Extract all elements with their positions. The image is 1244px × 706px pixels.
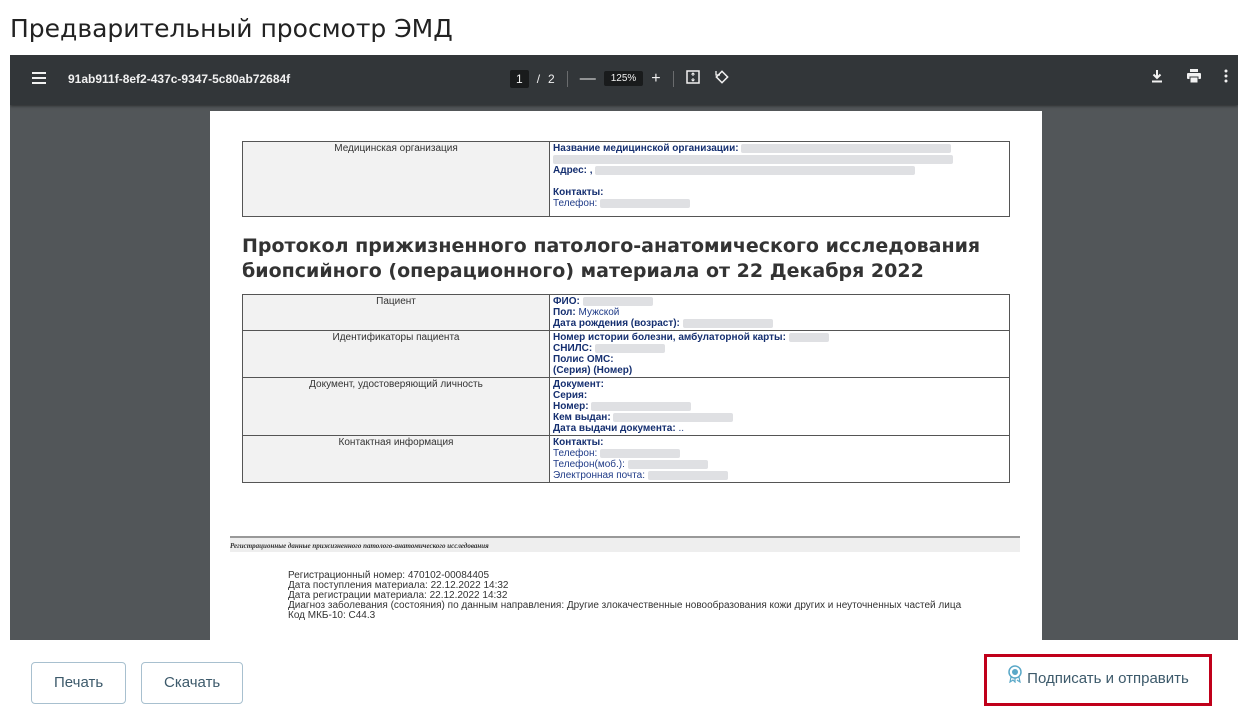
oms-value: (Серия) (Номер) <box>553 365 633 376</box>
contact-info-label: Контактная информация <box>242 435 550 483</box>
sign-and-send-label: Подписать и отправить <box>1027 670 1189 687</box>
toolbar-divider <box>672 70 674 87</box>
redacted-field <box>582 296 653 306</box>
org-label: Медицинская организация <box>242 141 550 217</box>
email-label: Электронная почта: <box>553 470 646 481</box>
redacted-field <box>600 448 681 458</box>
redacted-field <box>553 154 953 164</box>
organization-table: Медицинская организация Название медицин… <box>242 141 1010 217</box>
zoom-in-button[interactable]: + <box>651 70 660 87</box>
org-name-label: Название медицинской организации: <box>553 143 739 154</box>
download-icon[interactable] <box>1150 69 1164 88</box>
print-icon[interactable] <box>1186 69 1202 88</box>
reg-line: Диагноз заболевания (состояния) по данны… <box>288 600 962 611</box>
page-total: 2 <box>548 71 555 86</box>
redacted-field <box>594 343 665 353</box>
highlight-frame: Подписать и отправить <box>984 654 1212 706</box>
redacted-field <box>647 470 728 480</box>
sign-and-send-button[interactable]: Подписать и отправить <box>990 660 1206 700</box>
redacted-field <box>613 412 734 422</box>
issue-date-value: .. <box>675 423 685 434</box>
sex-label: Пол: <box>553 307 576 318</box>
mobile-label: Телефон(моб.): <box>553 459 625 470</box>
action-bar: Печать Скачать Подписать и отправить <box>0 640 1244 706</box>
snils-label: СНИЛС: <box>553 343 593 354</box>
fio-label: ФИО: <box>553 296 580 307</box>
zoom-input[interactable]: 125% <box>603 71 644 86</box>
rotate-icon[interactable] <box>714 69 730 88</box>
issued-by-label: Кем выдан: <box>553 412 611 423</box>
fit-page-icon[interactable] <box>685 70 700 87</box>
toolbar-actions <box>1150 69 1228 88</box>
menu-icon[interactable] <box>32 72 46 87</box>
sex-value: Мужской <box>575 307 620 318</box>
phone-label: Телефон: <box>553 198 598 209</box>
phone2-label: Телефон: <box>553 448 598 459</box>
page-number-input[interactable]: 1 <box>510 69 529 88</box>
redacted-field <box>591 401 692 411</box>
pdf-viewer[interactable]: 91ab911f-8ef2-437c-9347-5c80ab72684f 1 /… <box>10 55 1238 640</box>
doc-label: Документ: <box>553 379 605 390</box>
page-separator: / <box>536 71 541 86</box>
oms-label: Полис ОМС: <box>553 354 614 365</box>
dob-label: Дата рождения (возраст): <box>553 318 680 329</box>
contacts2-label: Контакты: <box>553 437 604 448</box>
ids-label: Идентификаторы пациента <box>242 330 550 378</box>
contacts-label: Контакты: <box>553 187 604 198</box>
file-name: 91ab911f-8ef2-437c-9347-5c80ab72684f <box>68 72 291 86</box>
redacted-field <box>741 143 952 153</box>
page-zoom-controls: 1 / 2 — 125% + <box>510 69 730 88</box>
print-button[interactable]: Печать <box>31 662 127 704</box>
reg-line: Код МКБ-10: С44.3 <box>288 610 376 621</box>
series-label: Серия: <box>553 390 588 401</box>
number-label: Номер: <box>553 401 589 412</box>
redacted-field <box>788 332 829 342</box>
redacted-field <box>627 459 708 469</box>
download-button[interactable]: Скачать <box>141 662 244 704</box>
toolbar-divider <box>566 70 568 87</box>
issue-date-label: Дата выдачи документа: <box>553 423 676 434</box>
address-label: Адрес: , <box>553 165 593 176</box>
certificate-icon <box>1007 660 1023 698</box>
page-title: Предварительный просмотр ЭМД <box>10 14 453 43</box>
patient-label: Пациент <box>242 294 550 331</box>
history-label: Номер истории болезни, амбулаторной карт… <box>553 332 786 343</box>
more-options-icon[interactable] <box>1224 69 1228 88</box>
pdf-page: Медицинская организация Название медицин… <box>210 111 1042 640</box>
redacted-field <box>600 198 691 208</box>
redacted-field <box>595 165 916 175</box>
redacted-field <box>682 318 773 328</box>
zoom-out-button[interactable]: — <box>580 70 596 87</box>
document-title: Протокол прижизненного патолого-анатомич… <box>242 235 981 282</box>
registration-header: Регистрационные данные прижизненного пат… <box>230 542 489 550</box>
registration-details: Регистрационный номер: 470102-00084405 Д… <box>288 571 1008 621</box>
id-doc-label: Документ, удостоверяющий личность <box>242 377 550 436</box>
pdf-toolbar: 91ab911f-8ef2-437c-9347-5c80ab72684f 1 /… <box>10 55 1238 105</box>
patient-table: Пациент ФИО: Пол: Мужской Дата рождения … <box>242 294 1010 483</box>
